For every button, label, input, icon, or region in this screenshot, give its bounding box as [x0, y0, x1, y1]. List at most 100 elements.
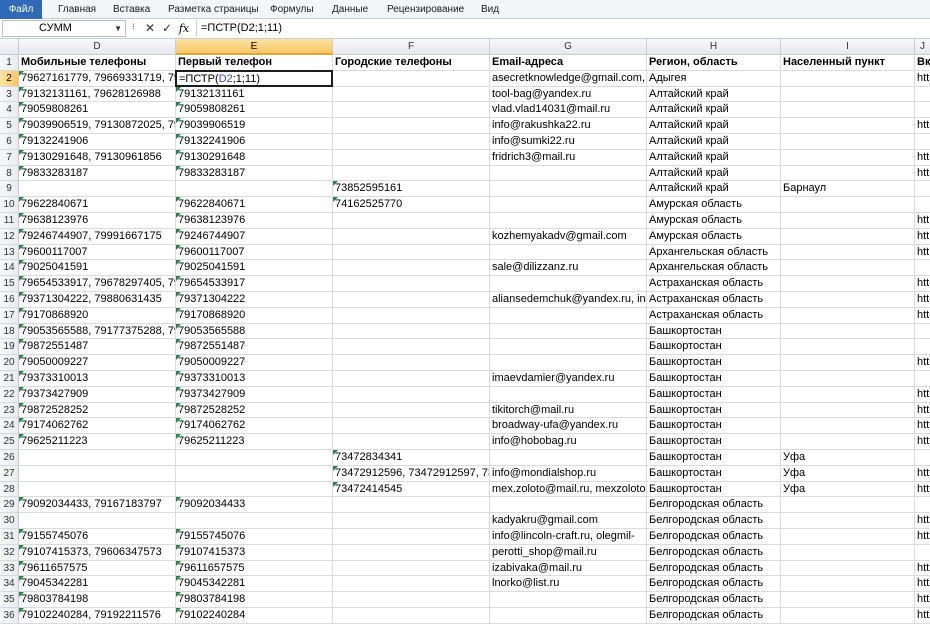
cell-h22[interactable]: Башкортостан	[647, 386, 781, 403]
cell-e12[interactable]: 79246744907	[176, 228, 333, 245]
tab-view[interactable]: Вид	[477, 0, 503, 19]
cell-i14[interactable]	[781, 260, 915, 277]
cell-i19[interactable]	[781, 339, 915, 356]
cell-g3[interactable]: tool-bag@yandex.ru	[490, 86, 647, 103]
cell-f34[interactable]	[333, 576, 490, 593]
cell-d18[interactable]: 79053565588, 79177375288, 7927	[19, 323, 176, 340]
column-header-j[interactable]: J	[915, 39, 930, 55]
cell-g20[interactable]	[490, 355, 647, 371]
cell-j18[interactable]	[915, 324, 930, 340]
cell-j33[interactable]: htt	[915, 561, 930, 577]
cell-f30[interactable]	[333, 513, 490, 529]
row-header[interactable]: 14	[0, 260, 19, 277]
cell-f23[interactable]	[333, 402, 490, 419]
cell-f18[interactable]	[333, 323, 490, 340]
cell-g30[interactable]: kadyakru@gmail.com	[490, 513, 647, 529]
cell-f11[interactable]	[333, 213, 490, 229]
cell-e4[interactable]: 79059808261	[176, 102, 333, 119]
cell-f19[interactable]	[333, 339, 490, 356]
row-header[interactable]: 19	[0, 339, 19, 356]
cell-f29[interactable]	[333, 497, 490, 514]
row-header[interactable]: 22	[0, 386, 19, 403]
cell-i27[interactable]: Уфа	[781, 465, 915, 482]
cell-e32[interactable]: 79107415373	[176, 544, 333, 561]
cell-f2[interactable]	[333, 70, 490, 87]
cell-i32[interactable]	[781, 544, 915, 561]
cell-j35[interactable]: htt	[915, 592, 930, 608]
row-header[interactable]: 8	[0, 165, 19, 182]
row-header[interactable]: 35	[0, 592, 19, 608]
cell-h33[interactable]: Белгородская область	[647, 560, 781, 577]
cell-j30[interactable]: htt	[915, 513, 930, 529]
row-header[interactable]: 10	[0, 197, 19, 213]
cell-j17[interactable]: htt	[915, 308, 930, 324]
cell-d33[interactable]: 79611657575	[19, 560, 176, 577]
cell-e21[interactable]: 79373310013	[176, 371, 333, 387]
cell-i8[interactable]	[781, 165, 915, 182]
cell-d27[interactable]	[19, 465, 176, 482]
cell-d34[interactable]: 79045342281	[19, 576, 176, 593]
column-header-e[interactable]: E	[176, 39, 333, 55]
cell-i2[interactable]	[781, 70, 915, 87]
row-header[interactable]: 11	[0, 213, 19, 229]
row-header[interactable]: 7	[0, 149, 19, 166]
cell-e13[interactable]: 79600117007	[176, 244, 333, 261]
cell-i33[interactable]	[781, 560, 915, 577]
cell-f5[interactable]	[333, 118, 490, 134]
cell-d23[interactable]: 79872528252	[19, 402, 176, 419]
cell-h10[interactable]: Амурская область	[647, 197, 781, 213]
row-header[interactable]: 16	[0, 292, 19, 308]
cell-j3[interactable]	[915, 87, 930, 103]
formula-input[interactable]: =ПСТР(D2;1;11)	[196, 20, 930, 37]
tab-formulas[interactable]: Формулы	[266, 0, 318, 19]
cell-d36[interactable]: 79102240284, 79192211576	[19, 608, 176, 624]
cell-j13[interactable]: htt	[915, 245, 930, 261]
row-header[interactable]: 13	[0, 244, 19, 261]
cell-d26[interactable]	[19, 450, 176, 466]
cell-f26[interactable]: 73472834341	[333, 450, 490, 466]
cell-d6[interactable]: 79132241906	[19, 134, 176, 150]
row-header[interactable]: 32	[0, 544, 19, 561]
cell-d21[interactable]: 79373310013	[19, 371, 176, 387]
cell-i21[interactable]	[781, 371, 915, 387]
row-header[interactable]: 12	[0, 228, 19, 245]
cell-g29[interactable]	[490, 497, 647, 514]
cell-d11[interactable]: 79638123976	[19, 213, 176, 229]
cell-i22[interactable]	[781, 386, 915, 403]
cell-h36[interactable]: Белгородская область	[647, 608, 781, 624]
cell-g11[interactable]	[490, 213, 647, 229]
cell-h20[interactable]: Башкортостан	[647, 355, 781, 371]
cell-f8[interactable]	[333, 165, 490, 182]
cell-e20[interactable]: 79050009227	[176, 355, 333, 371]
cell-e18[interactable]: 79053565588	[176, 323, 333, 340]
cell-d4[interactable]: 79059808261	[19, 102, 176, 119]
cell-h34[interactable]: Белгородская область	[647, 576, 781, 593]
cell-g34[interactable]: lnorko@list.ru	[490, 576, 647, 593]
name-box[interactable]: СУММ ▼	[2, 20, 126, 37]
cell-i9[interactable]: Барнаул	[781, 181, 915, 198]
cell-g6[interactable]: info@sumki22.ru	[490, 134, 647, 150]
cell-e17[interactable]: 79170868920	[176, 307, 333, 324]
row-header[interactable]: 33	[0, 560, 19, 577]
cell-h28[interactable]: Башкортостан	[647, 481, 781, 498]
cell-d25[interactable]: 79625211223	[19, 434, 176, 450]
cell-h29[interactable]: Белгородская область	[647, 497, 781, 514]
cell-d10[interactable]: 79622840671	[19, 197, 176, 213]
cell-g22[interactable]	[490, 386, 647, 403]
cell-i15[interactable]	[781, 276, 915, 292]
cell-d22[interactable]: 79373427909	[19, 386, 176, 403]
cell-g17[interactable]	[490, 307, 647, 324]
cell-j1[interactable]: Вк	[915, 55, 930, 71]
cell-j27[interactable]: htt	[915, 466, 930, 482]
cell-i11[interactable]	[781, 213, 915, 229]
cell-d7[interactable]: 79130291648, 79130961856	[19, 149, 176, 166]
row-header[interactable]: 29	[0, 497, 19, 514]
cell-g16[interactable]: aliansedemchuk@yandex.ru, in	[490, 292, 647, 308]
check-icon[interactable]: ✓	[159, 20, 175, 37]
column-header-g[interactable]: G	[490, 39, 647, 55]
cell-g10[interactable]	[490, 197, 647, 213]
cell-i5[interactable]	[781, 118, 915, 134]
cell-e26[interactable]	[176, 450, 333, 466]
cell-j11[interactable]: htt	[915, 213, 930, 229]
cell-d24[interactable]: 79174062762	[19, 418, 176, 435]
